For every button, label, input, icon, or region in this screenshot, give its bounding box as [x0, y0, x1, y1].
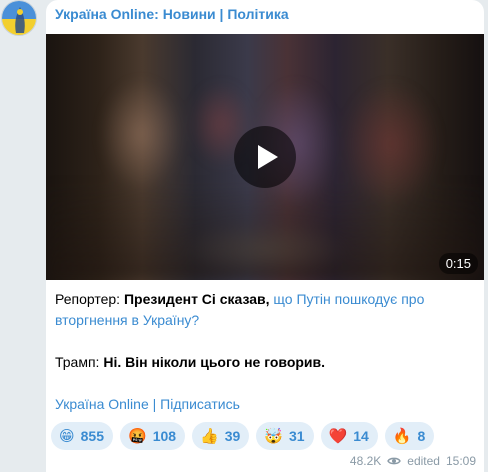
video-player[interactable]: 0:15: [46, 34, 484, 280]
reaction-count: 108: [152, 428, 177, 444]
views-count: 48.2K: [349, 454, 382, 468]
reaction-heart[interactable]: ❤️ 14: [320, 422, 378, 450]
mind-blown-emoji-icon: 🤯: [264, 426, 283, 445]
trump-label: Трамп:: [55, 354, 100, 370]
fire-emoji-icon: 🔥: [392, 426, 412, 445]
thumbs-up-emoji-icon: 👍: [200, 426, 219, 445]
channel-avatar[interactable]: [1, 0, 37, 36]
subscribe-link[interactable]: Україна Online | Підписатись: [55, 394, 475, 415]
play-icon[interactable]: [234, 126, 296, 188]
chat-view: Україна Online: Новини | Політика 0:15 Р…: [0, 0, 488, 472]
eye-icon: [387, 457, 402, 465]
trump-reply: Ні. Він ніколи цього не говорив.: [103, 354, 326, 370]
reaction-angry[interactable]: 🤬 108: [120, 422, 186, 450]
reporter-label: Репортер:: [55, 291, 121, 307]
reaction-fire[interactable]: 🔥 8: [384, 422, 435, 450]
reaction-mind-blown[interactable]: 🤯 31: [256, 422, 314, 450]
message-meta: 48.2K edited 15:09: [350, 454, 476, 468]
reaction-thumbs-up[interactable]: 👍 39: [192, 422, 250, 450]
angry-emoji-icon: 🤬: [128, 426, 147, 445]
reporter-quote: Президент Сі сказав,: [123, 291, 270, 307]
message-time: 15:09: [445, 454, 476, 468]
reporter-paragraph: Репортер: Президент Сі сказав, що Путін …: [55, 289, 475, 331]
reaction-count: 8: [417, 428, 426, 444]
reaction-count: 31: [289, 428, 305, 444]
reactions-bar: 😁 855 🤬 108 👍 39 🤯 31 ❤️ 14 🔥 8: [51, 422, 435, 450]
grin-emoji-icon: 😁: [59, 426, 75, 445]
reaction-count: 855: [80, 428, 104, 444]
reaction-count: 39: [224, 428, 241, 444]
reaction-count: 14: [353, 428, 369, 444]
ukraine-flag-icon: [2, 1, 36, 35]
message-text: Репортер: Президент Сі сказав, що Путін …: [55, 289, 475, 415]
edited-label: edited: [407, 454, 440, 468]
trump-paragraph: Трамп: Ні. Він ніколи цього не говорив.: [55, 352, 475, 373]
video-duration: 0:15: [438, 253, 478, 274]
heart-emoji-icon: ❤️: [328, 426, 348, 445]
message-bubble: Україна Online: Новини | Політика 0:15 Р…: [46, 0, 484, 472]
channel-title[interactable]: Україна Online: Новини | Політика: [55, 6, 289, 22]
reaction-grin[interactable]: 😁 855: [51, 422, 113, 450]
